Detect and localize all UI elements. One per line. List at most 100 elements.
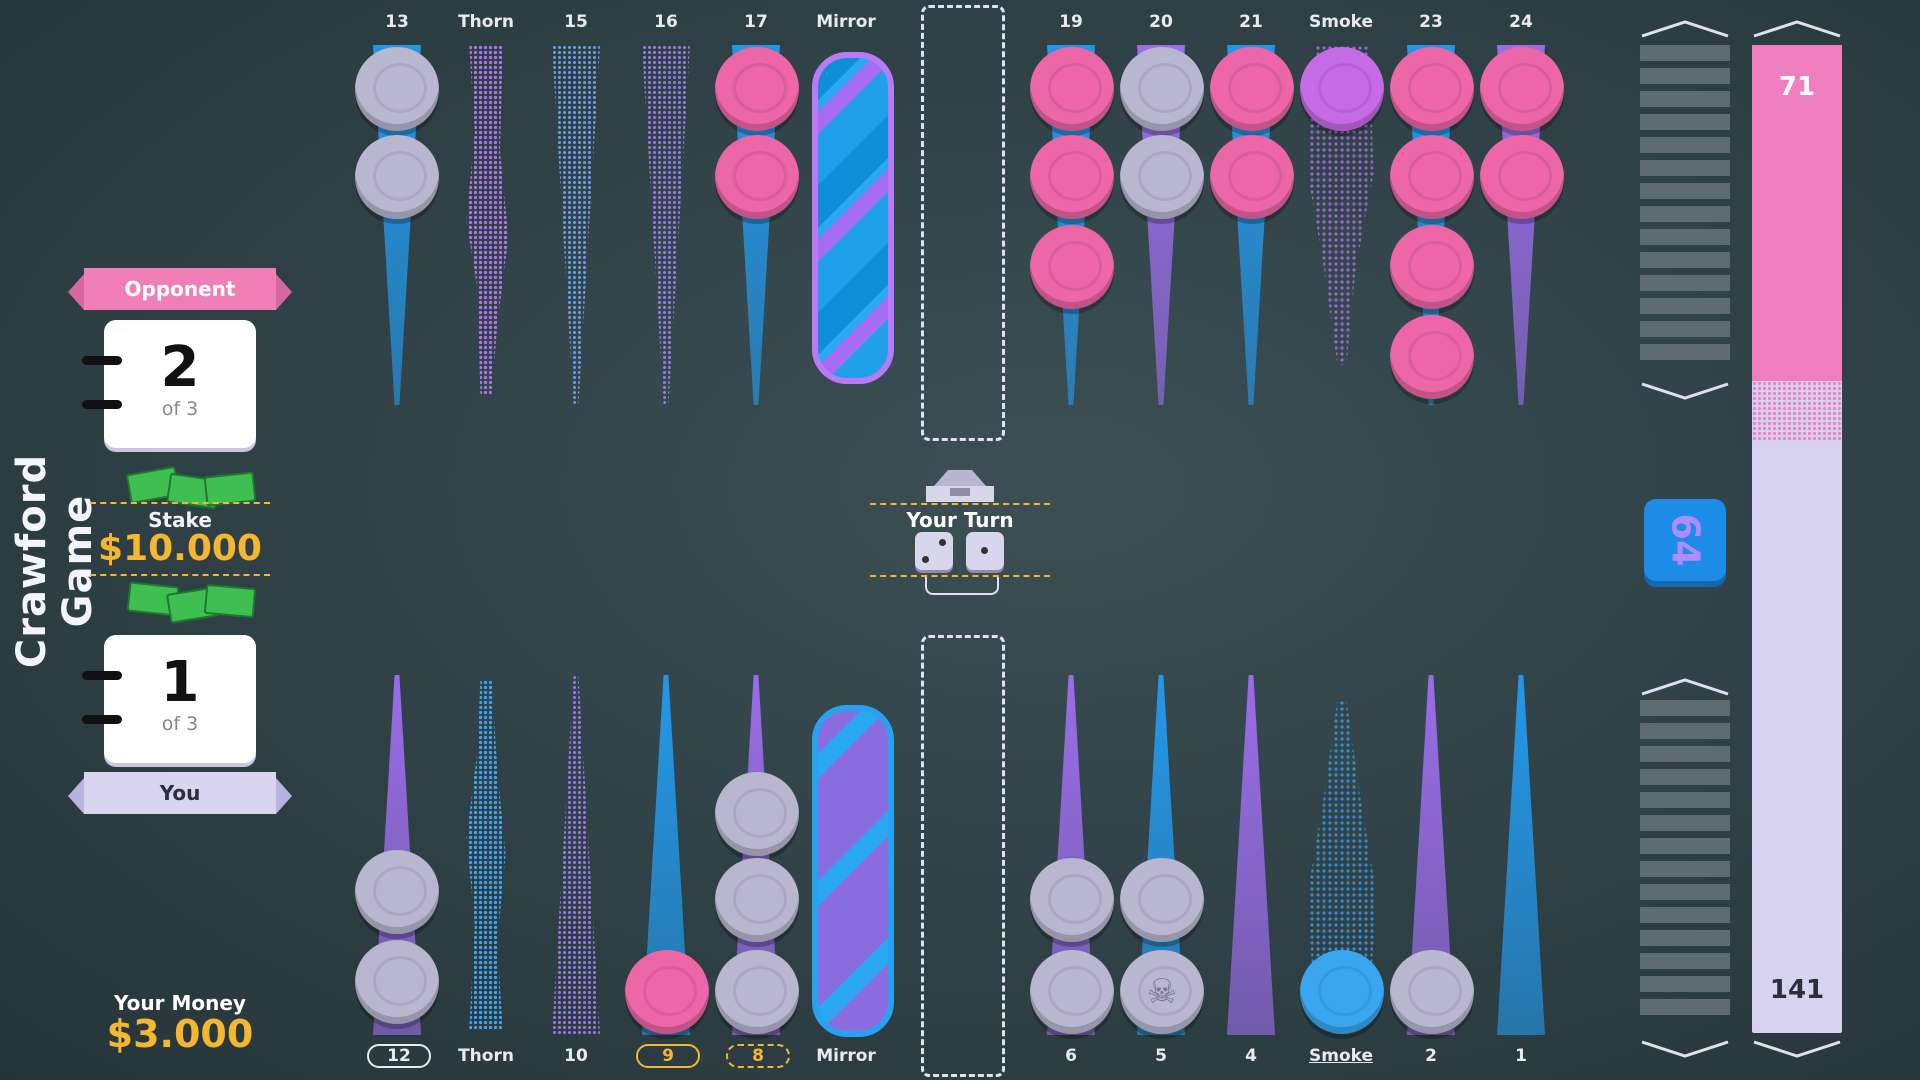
smoke-checker[interactable] — [1300, 47, 1384, 131]
point-label: Smoke — [1308, 1046, 1373, 1066]
cracked-checker[interactable] — [355, 47, 439, 131]
player-checker[interactable] — [1030, 858, 1114, 942]
player-checker[interactable] — [1120, 135, 1204, 219]
player-checker[interactable] — [715, 858, 799, 942]
opponent-score-target: of 3 — [161, 398, 199, 420]
binder-ring — [82, 715, 122, 724]
player-checker[interactable] — [355, 850, 439, 934]
crown-checker[interactable] — [715, 772, 799, 856]
opponent-checker[interactable] — [625, 950, 709, 1034]
point-label: Mirror — [816, 1046, 876, 1066]
point-label: 10 — [564, 1046, 588, 1066]
point-label: Smoke — [1308, 12, 1373, 32]
player-checker[interactable] — [715, 950, 799, 1034]
opponent-bearoff-tray[interactable] — [1640, 45, 1730, 385]
point-label-target[interactable]: 9 — [636, 1044, 700, 1068]
player-checker[interactable] — [1120, 858, 1204, 942]
point-4[interactable] — [1227, 675, 1275, 1035]
opponent-ribbon: Opponent — [68, 268, 292, 310]
point-label: 15 — [564, 12, 588, 32]
binder-ring — [82, 671, 122, 680]
binder-ring — [82, 356, 122, 365]
point-label: 5 — [1155, 1046, 1167, 1066]
opponent-checker[interactable] — [1030, 135, 1114, 219]
opponent-checker[interactable] — [1480, 135, 1564, 219]
mirror-point-top[interactable] — [812, 52, 894, 384]
player-ribbon: You — [68, 772, 292, 814]
point-label: Thorn — [458, 1046, 514, 1066]
player-checker[interactable] — [355, 135, 439, 219]
point-label: Mirror — [816, 12, 876, 32]
point-label: 2 — [1425, 1046, 1437, 1066]
opponent-checker[interactable] — [715, 135, 799, 219]
player-bearoff-tray[interactable] — [1640, 700, 1730, 1040]
smoke-checker[interactable] — [1300, 950, 1384, 1034]
point-1[interactable] — [1497, 675, 1545, 1035]
dice-cup-icon — [926, 470, 994, 502]
pip-count-meter — [1752, 45, 1842, 1033]
player-checker[interactable] — [1120, 47, 1204, 131]
point-label: 19 — [1059, 12, 1083, 32]
point-label: 13 — [385, 12, 409, 32]
point-label: 17 — [744, 12, 768, 32]
point-label: 21 — [1239, 12, 1263, 32]
opponent-checker[interactable] — [1210, 135, 1294, 219]
chevron-up-icon — [1641, 678, 1729, 696]
player-checker[interactable] — [355, 940, 439, 1024]
skull-checker[interactable]: ☠ — [1120, 950, 1204, 1034]
stake-divider — [90, 574, 270, 576]
opponent-checker[interactable] — [1030, 225, 1114, 309]
point-16[interactable] — [642, 45, 690, 405]
player-score: 1 — [160, 650, 200, 715]
opponent-checker[interactable] — [1030, 47, 1114, 131]
opponent-checker[interactable] — [1390, 135, 1474, 219]
opponent-checker[interactable] — [1390, 225, 1474, 309]
point-label: 24 — [1509, 12, 1533, 32]
point-label: 23 — [1419, 12, 1443, 32]
stake-value: $10.000 — [98, 528, 262, 569]
opponent-score: 2 — [160, 335, 200, 400]
chevron-down-icon — [1641, 382, 1729, 400]
turn-divider — [870, 503, 1050, 505]
player-pip-count: 141 — [1769, 975, 1825, 1005]
player-checker[interactable] — [1030, 950, 1114, 1034]
skull-icon: ☠ — [1146, 972, 1178, 1012]
binder-ring — [82, 400, 122, 409]
point-15[interactable] — [552, 45, 600, 405]
player-scorecard: 1 of 3 — [82, 635, 256, 763]
opponent-pip-count: 71 — [1778, 72, 1816, 102]
die-1[interactable] — [915, 532, 953, 570]
mirror-point-bottom[interactable] — [812, 705, 894, 1037]
opponent-checker[interactable] — [1390, 315, 1474, 399]
point-label-target[interactable]: 8 — [726, 1044, 790, 1068]
player-checker[interactable] — [1390, 950, 1474, 1034]
stake-divider — [90, 502, 270, 504]
money-value: $3.000 — [106, 1012, 254, 1056]
player-score-target: of 3 — [161, 713, 199, 735]
point-label: 16 — [654, 12, 678, 32]
opponent-checker[interactable] — [1480, 47, 1564, 131]
bar-slot-top[interactable] — [921, 5, 1005, 441]
point-label: 1 — [1515, 1046, 1527, 1066]
point-label-selected[interactable]: 12 — [367, 1044, 431, 1068]
opponent-checker[interactable] — [715, 47, 799, 131]
point-label: 6 — [1065, 1046, 1077, 1066]
thorn-point-top[interactable] — [466, 45, 509, 395]
opponent-scorecard: 2 of 3 — [82, 320, 256, 448]
point-label: 4 — [1245, 1046, 1257, 1066]
bar-slot-bottom[interactable] — [921, 635, 1005, 1077]
chevron-down-icon — [1641, 1040, 1729, 1058]
chevron-up-icon — [1753, 20, 1841, 38]
point-label: Thorn — [458, 12, 514, 32]
point-10[interactable] — [552, 675, 600, 1035]
chevron-down-icon — [1753, 1040, 1841, 1058]
thorn-point-bottom[interactable] — [466, 680, 506, 1030]
die-2[interactable] — [966, 532, 1004, 570]
point-label: 20 — [1149, 12, 1173, 32]
dice-tray — [925, 577, 999, 595]
opponent-checker[interactable] — [1390, 47, 1474, 131]
turn-label: Your Turn — [906, 508, 1014, 532]
doubling-cube[interactable]: 64 — [1644, 499, 1726, 581]
opponent-checker[interactable] — [1210, 47, 1294, 131]
chevron-up-icon — [1641, 20, 1729, 38]
